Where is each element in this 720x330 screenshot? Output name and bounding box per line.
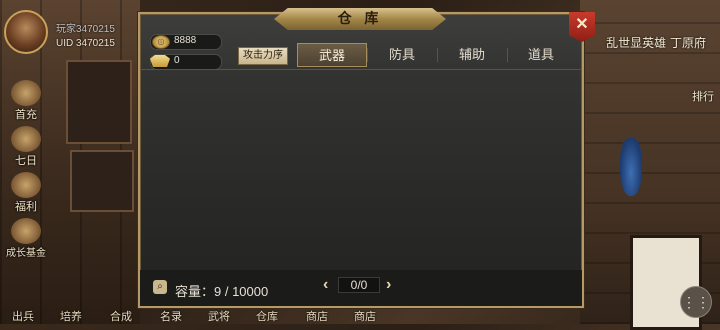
scene-vase bbox=[620, 138, 642, 196]
coins-icon bbox=[11, 218, 41, 244]
nav-item[interactable]: 商店 bbox=[354, 308, 376, 324]
ingot-icon bbox=[150, 55, 170, 67]
side-menu-label: 首充 bbox=[15, 108, 37, 121]
coin-icon: ◎ bbox=[152, 35, 170, 49]
panel-title: 仓 库 bbox=[337, 11, 383, 27]
scene-shelf bbox=[70, 150, 134, 212]
tab-items[interactable]: 道具 bbox=[506, 43, 576, 67]
bottom-nav: 出兵 培养 合成 名录 武将 仓库 商店 商店 bbox=[0, 306, 720, 324]
side-menu-growth-fund[interactable]: 成长基金 bbox=[6, 218, 46, 259]
gift-icon bbox=[11, 80, 41, 106]
menu-icon[interactable]: ⋮⋮ bbox=[680, 286, 712, 318]
ingot-balance: 0 bbox=[174, 55, 180, 66]
side-menu-label: 七日 bbox=[15, 154, 37, 167]
player-avatar[interactable] bbox=[4, 10, 48, 54]
search-icon[interactable]: ⌕ bbox=[153, 280, 167, 294]
calendar-icon bbox=[11, 126, 41, 152]
prev-page-icon[interactable]: ‹ bbox=[323, 276, 328, 294]
coin-balance: 8888 bbox=[174, 35, 197, 46]
page-indicator: 0/0 bbox=[338, 277, 380, 293]
nav-item[interactable]: 仓库 bbox=[256, 308, 278, 324]
tab-armor[interactable]: 防具 bbox=[367, 43, 437, 67]
nav-item[interactable]: 出兵 bbox=[12, 308, 34, 324]
side-menu-label: 福利 bbox=[15, 200, 37, 213]
nav-item[interactable]: 名录 bbox=[160, 308, 182, 324]
side-menu-seven-days[interactable]: 七日 bbox=[6, 126, 46, 167]
side-menu-first-recharge[interactable]: 首充 bbox=[6, 80, 46, 121]
tab-underline bbox=[140, 69, 582, 70]
player-uid: UID 3470215 bbox=[56, 38, 115, 49]
next-page-icon[interactable]: › bbox=[386, 276, 391, 294]
side-menu-welfare[interactable]: 福利 bbox=[6, 172, 46, 213]
nav-item[interactable]: 合成 bbox=[110, 308, 132, 324]
player-name: 玩家3470215 bbox=[56, 24, 115, 35]
nav-item[interactable]: 商店 bbox=[306, 308, 328, 324]
capacity-text: 容量：9 / 10000 bbox=[175, 281, 268, 300]
nav-item[interactable]: 武将 bbox=[208, 308, 230, 324]
nav-item[interactable]: 培养 bbox=[60, 308, 82, 324]
treasure-icon bbox=[11, 172, 41, 198]
sort-button[interactable]: 攻击力序 bbox=[238, 47, 288, 65]
scene-shelf bbox=[66, 60, 132, 144]
side-menu-label: 成长基金 bbox=[6, 248, 46, 259]
event-banner[interactable]: 乱世显英雄 丁原府 bbox=[606, 34, 706, 51]
tab-auxiliary[interactable]: 辅助 bbox=[437, 43, 507, 67]
capacity-label: 容量： bbox=[175, 284, 215, 299]
tab-weapons[interactable]: 武器 bbox=[297, 43, 367, 67]
capacity-value: 9 / 10000 bbox=[214, 284, 269, 299]
rank-button[interactable]: 排行 bbox=[692, 88, 714, 104]
